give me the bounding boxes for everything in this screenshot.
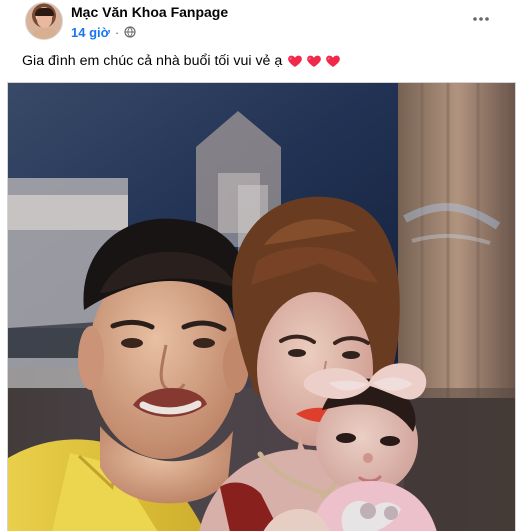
caption-text: Gia đình em chúc cả nhà buổi tối vui vẻ … <box>22 53 283 69</box>
heart-icon <box>307 55 322 67</box>
post-options-button[interactable] <box>469 7 493 31</box>
facebook-post: Mạc Văn Khoa Fanpage 14 giờ · Gia đình e… <box>0 0 517 531</box>
page-avatar[interactable] <box>25 2 63 40</box>
meta-separator: · <box>114 24 120 40</box>
caption-hearts <box>287 53 341 69</box>
post-timestamp-link[interactable]: 14 giờ <box>71 25 110 40</box>
heart-icon <box>288 55 303 67</box>
avatar-shirt <box>31 28 59 39</box>
heart-icon <box>326 55 341 67</box>
avatar-hair <box>35 8 54 16</box>
more-horizontal-icon <box>473 17 489 21</box>
page-name-link[interactable]: Mạc Văn Khoa Fanpage <box>71 3 228 21</box>
globe-icon[interactable] <box>124 26 136 38</box>
family-selfie-image <box>8 83 515 531</box>
post-caption: Gia đình em chúc cả nhà buổi tối vui vẻ … <box>22 50 492 72</box>
post-photo[interactable] <box>7 82 516 531</box>
post-header: Mạc Văn Khoa Fanpage 14 giờ · <box>0 0 517 44</box>
post-meta: 14 giờ · <box>71 23 136 41</box>
